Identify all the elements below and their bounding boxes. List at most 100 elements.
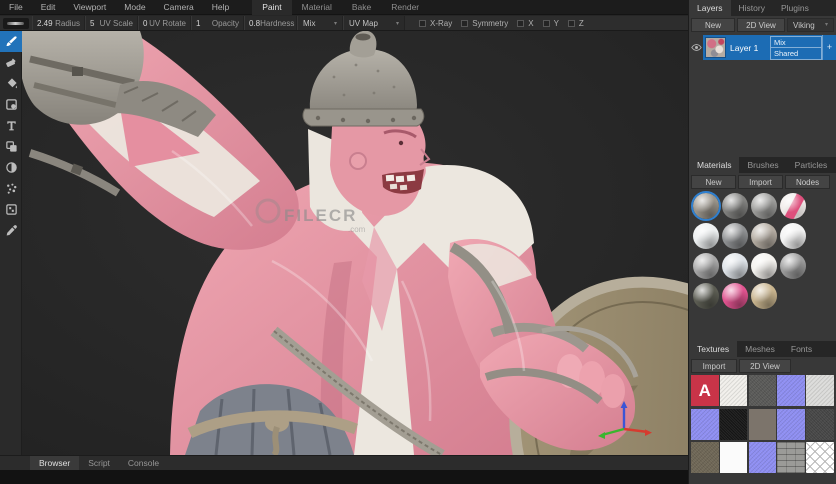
menu-item-edit[interactable]: Edit [32, 0, 65, 15]
texture-import-button[interactable]: Import [691, 359, 737, 373]
texture-tile-1[interactable]: A [691, 375, 719, 406]
hardness-slider[interactable]: 0.8Hardness [244, 16, 297, 30]
x-ray-checkbox[interactable]: X-Ray [419, 19, 452, 28]
decal-tool-button[interactable] [0, 94, 22, 115]
material-sphere-2[interactable] [722, 193, 748, 219]
material-sphere-15[interactable] [751, 283, 777, 309]
eraser-icon [5, 56, 18, 69]
particle-tool-button[interactable] [0, 178, 22, 199]
layers-tab-bar: LayersHistoryPlugins [689, 0, 836, 16]
texture-2d-view-button[interactable]: 2D View [739, 359, 791, 373]
material-sphere-4[interactable] [780, 193, 806, 219]
picker-tool-button[interactable] [0, 220, 22, 241]
tab-plugins[interactable]: Plugins [773, 0, 817, 16]
brush-tool-button[interactable] [0, 31, 22, 52]
menu-item-mode[interactable]: Mode [115, 0, 154, 15]
blend-mode-dropdown[interactable]: Mix ▾ [297, 16, 343, 30]
texture-tile-2[interactable] [720, 375, 748, 406]
uv-scale-slider[interactable]: 5UV Scale [85, 16, 138, 30]
material-sphere-10[interactable] [722, 253, 748, 279]
status-tab-script[interactable]: Script [79, 456, 119, 471]
tab-meshes[interactable]: Meshes [737, 341, 783, 357]
material-sphere-7[interactable] [751, 223, 777, 249]
watermark-title: FILECR [284, 206, 357, 225]
material-sphere-14[interactable] [722, 283, 748, 309]
material-nodes-button[interactable]: Nodes [785, 175, 830, 189]
mode-tab-bake[interactable]: Bake [342, 0, 381, 15]
mode-tab-render[interactable]: Render [381, 0, 429, 15]
material-new-button[interactable]: New [691, 175, 736, 189]
armorpaint-logo-icon: A [699, 381, 711, 401]
texture-tile-12[interactable] [720, 442, 748, 473]
material-sphere-6[interactable] [722, 223, 748, 249]
material-sphere-5[interactable] [693, 223, 719, 249]
material-sphere-13[interactable] [693, 283, 719, 309]
layer-add-button[interactable]: + [822, 35, 836, 60]
texture-tile-11[interactable] [691, 442, 719, 473]
layer-new-button[interactable]: New [691, 18, 735, 32]
texture-tile-8[interactable] [749, 409, 777, 440]
layer-row[interactable]: Layer 1 Mix Shared + [703, 35, 836, 60]
texture-tile-6[interactable] [691, 409, 719, 440]
texture-tile-5[interactable] [806, 375, 834, 406]
z-checkbox[interactable]: Z [568, 19, 584, 28]
texture-tile-10[interactable] [806, 409, 834, 440]
x-checkbox-box [517, 20, 524, 27]
uv-map-dropdown[interactable]: UV Map ▾ [343, 16, 405, 30]
layer-name: Layer 1 [730, 43, 770, 53]
tab-particles[interactable]: Particles [787, 157, 836, 173]
eraser-tool-button[interactable] [0, 52, 22, 73]
fill-tool-button[interactable] [0, 73, 22, 94]
texture-tile-3[interactable] [749, 375, 777, 406]
texture-tile-9[interactable] [777, 409, 805, 440]
uv-rotate-slider[interactable]: 0UV Rotate [138, 16, 191, 30]
texture-tile-13[interactable] [749, 442, 777, 473]
texture-tile-15[interactable] [806, 442, 834, 473]
clone-tool-button[interactable] [0, 136, 22, 157]
x-ray-checkbox-label: X-Ray [430, 19, 452, 28]
material-sphere-11[interactable] [751, 253, 777, 279]
tab-materials[interactable]: Materials [689, 157, 739, 173]
menu-item-viewport[interactable]: Viewport [64, 0, 115, 15]
layer-visibility-eye-icon[interactable] [689, 42, 703, 53]
x-checkbox[interactable]: X [517, 19, 533, 28]
tab-fonts[interactable]: Fonts [783, 341, 820, 357]
tab-history[interactable]: History [731, 0, 773, 16]
layer-thumbnail[interactable] [705, 37, 726, 58]
texture-tile-4[interactable] [777, 375, 805, 406]
brush-preview[interactable] [3, 18, 29, 29]
colorid-tool-button[interactable] [0, 199, 22, 220]
menu-item-camera[interactable]: Camera [155, 0, 203, 15]
texture-tile-14[interactable] [777, 442, 805, 473]
status-tab-console[interactable]: Console [119, 456, 168, 471]
radius-slider[interactable]: 2.49Radius [32, 16, 85, 30]
menu-item-file[interactable]: File [0, 0, 32, 15]
mode-tab-material[interactable]: Material [292, 0, 342, 15]
viewport-3d[interactable]: FILECR .com [22, 31, 688, 455]
menu-item-help[interactable]: Help [203, 0, 238, 15]
material-sphere-12[interactable] [780, 253, 806, 279]
radius-label: Radius [55, 19, 80, 28]
symmetry-checkbox[interactable]: Symmetry [461, 19, 508, 28]
layer-2dview-button[interactable]: 2D View [737, 18, 785, 32]
opacity-slider[interactable]: 1Opacity [191, 16, 244, 30]
material-sphere-8[interactable] [780, 223, 806, 249]
y-checkbox[interactable]: Y [543, 19, 559, 28]
blur-tool-button[interactable] [0, 157, 22, 178]
tab-brushes[interactable]: Brushes [739, 157, 786, 173]
object-dropdown[interactable]: Viking ▾ [787, 18, 834, 32]
tab-textures[interactable]: Textures [689, 341, 737, 357]
material-sphere-9[interactable] [693, 253, 719, 279]
material-sphere-1[interactable] [693, 193, 719, 219]
layer-blend-dropdown[interactable]: Mix [770, 36, 822, 48]
material-sphere-3[interactable] [751, 193, 777, 219]
status-tab-browser[interactable]: Browser [30, 456, 79, 471]
tab-layers[interactable]: Layers [689, 0, 731, 16]
mode-tab-paint[interactable]: Paint [252, 0, 291, 15]
layer-object-dropdown[interactable]: Shared [770, 48, 822, 60]
particle-icon [5, 182, 18, 195]
text-tool-button[interactable] [0, 115, 22, 136]
opacity-label: Opacity [212, 19, 239, 28]
texture-tile-7[interactable] [720, 409, 748, 440]
material-import-button[interactable]: Import [738, 175, 783, 189]
